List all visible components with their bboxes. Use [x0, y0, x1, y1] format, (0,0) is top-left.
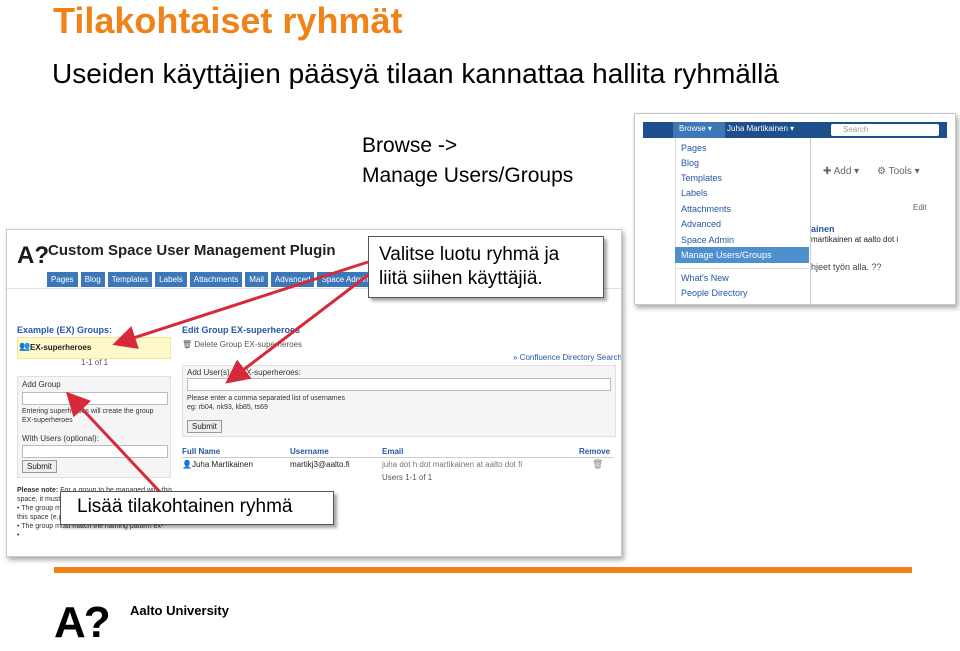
add-group-input[interactable]: [22, 392, 168, 405]
groups-heading: Example (EX) Groups:: [17, 325, 113, 335]
user-menu-button[interactable]: Juha Martikainen ▾: [727, 124, 794, 133]
page-content-line1: ainen: [811, 224, 835, 234]
menu-item-whats-new[interactable]: What's New: [681, 273, 729, 283]
remove-user-trash-icon[interactable]: 🗑: [592, 459, 603, 470]
add-users-submit-button[interactable]: Submit: [187, 420, 222, 433]
menu-item-attachments[interactable]: Attachments: [681, 204, 731, 214]
add-group-label: Add Group: [22, 380, 61, 389]
tab-advanced[interactable]: Advanced: [270, 272, 315, 287]
group-icon: 👥: [19, 341, 31, 351]
search-placeholder: Search: [843, 125, 869, 134]
tools-menu-button[interactable]: ⚙ Tools ▾: [877, 166, 920, 177]
edit-link[interactable]: Edit: [913, 203, 927, 212]
table-row-full-name: 👤Juha Martikainen: [182, 460, 253, 469]
table-row-email: juha dot h dot martikainen at aalto dot …: [382, 460, 523, 469]
add-menu-button[interactable]: ✚ Add ▾: [823, 166, 859, 177]
with-users-input[interactable]: [22, 445, 168, 458]
browse-path-line2: Manage Users/Groups: [362, 164, 574, 187]
menu-item-people-directory[interactable]: People Directory: [681, 288, 748, 298]
slide-title: Tilakohtaiset ryhmät: [53, 0, 403, 41]
callout-select-group: Valitse luotu ryhmä ja liitä siihen käyt…: [368, 236, 604, 298]
tab-space-admin[interactable]: Space Admin: [317, 272, 373, 287]
footer-accent-bar: [54, 567, 912, 573]
menu-item-templates[interactable]: Templates: [681, 173, 722, 183]
directory-search-link[interactable]: » Confluence Directory Search: [513, 353, 621, 362]
menu-item-pages[interactable]: Pages: [681, 143, 707, 153]
tab-pages[interactable]: Pages: [47, 272, 78, 287]
trash-icon: 🗑: [182, 340, 195, 349]
table-row-username: martikj3@aalto.fi: [290, 460, 350, 469]
plus-icon: ✚: [823, 166, 834, 177]
browse-path-line1: Browse ->: [362, 134, 458, 157]
callout-add-group: Lisää tilakohtainen ryhmä: [60, 491, 334, 525]
add-users-label: Add User(s) to EX-superheroes:: [187, 368, 301, 377]
column-remove: Remove: [579, 447, 611, 456]
menu-item-advanced[interactable]: Advanced: [681, 219, 721, 229]
plugin-title: Custom Space User Management Plugin: [48, 242, 336, 259]
tab-templates[interactable]: Templates: [107, 272, 153, 287]
column-email: Email: [382, 447, 404, 456]
note-line-4: •: [17, 532, 20, 539]
aalto-footer-logo-icon: A?: [54, 598, 111, 647]
add-users-help-line2: eg: rb04, nk93, kb85, ts69: [187, 404, 268, 411]
column-username: Username: [290, 447, 329, 456]
users-pager: Users 1-1 of 1: [382, 473, 433, 482]
tab-labels[interactable]: Labels: [155, 272, 187, 287]
add-group-submit-button[interactable]: Submit: [22, 460, 57, 473]
gear-icon: ⚙: [877, 166, 889, 177]
menu-item-blog[interactable]: Blog: [681, 158, 699, 168]
page-content-line2: martikainen at aalto dot i: [811, 235, 899, 244]
menu-separator: [675, 268, 809, 269]
menu-item-labels[interactable]: Labels: [681, 188, 708, 198]
tab-mail[interactable]: Mail: [245, 272, 268, 287]
browse-menu-screenshot: Browse ▾ Juha Martikainen ▾ Search Pages…: [634, 113, 956, 305]
add-users-help-line1: Please enter a comma separated list of u…: [187, 395, 345, 402]
tab-attachments[interactable]: Attachments: [189, 272, 243, 287]
delete-group-link[interactable]: 🗑 Delete Group EX-superheroes: [182, 340, 302, 349]
column-full-name: Full Name: [182, 447, 221, 456]
add-users-input[interactable]: [187, 378, 611, 391]
groups-pager: 1-1 of 1: [81, 358, 109, 367]
browse-path-label: Browse -> Manage Users/Groups: [362, 131, 573, 191]
browse-menu-button[interactable]: Browse ▾: [679, 124, 712, 133]
menu-item-space-admin[interactable]: Space Admin: [681, 235, 734, 245]
menu-item-manage-users-groups[interactable]: Manage Users/Groups: [681, 250, 772, 260]
add-group-help: Entering superheroes will create the gro…: [22, 408, 154, 424]
page-content-line3: hjeet työn alla. ??: [811, 262, 882, 272]
group-name-link[interactable]: EX-superheroes: [30, 343, 91, 352]
tab-blog[interactable]: Blog: [80, 272, 105, 287]
footer-brand-name: Aalto University: [130, 603, 229, 618]
slide-subtitle: Useiden käyttäjien pääsyä tilaan kannatt…: [52, 58, 779, 89]
space-tabs: Pages Blog Templates Labels Attachments …: [47, 272, 373, 287]
add-users-help: Please enter a comma separated list of u…: [187, 394, 345, 412]
note-line-2: this space (e.g.: [17, 514, 65, 521]
note-heading: Please note:: [17, 487, 59, 494]
edit-group-heading: Edit Group EX-superheroes: [182, 325, 301, 335]
aalto-logo-icon: A?: [17, 242, 49, 269]
with-users-label: With Users (optional):: [22, 434, 99, 443]
user-icon: 👤: [182, 460, 192, 469]
